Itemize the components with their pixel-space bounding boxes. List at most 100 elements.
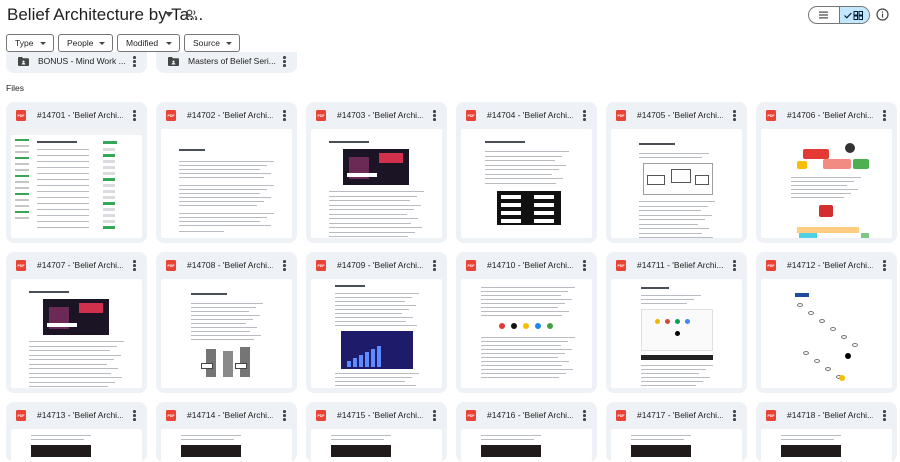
- more-options-icon[interactable]: [733, 410, 736, 421]
- file-card[interactable]: PDF #14712 - 'Belief Archi...: [756, 252, 897, 393]
- file-name: #14712 - 'Belief Archi...: [787, 260, 873, 270]
- text-line: [481, 357, 558, 359]
- text-line: [329, 191, 424, 193]
- file-card[interactable]: PDF #14706 - 'Belief Archi...: [756, 102, 897, 243]
- filter-modified-chip[interactable]: Modified: [117, 34, 180, 52]
- sidebar-line: [15, 211, 29, 213]
- more-options-icon[interactable]: [733, 260, 736, 271]
- list-view-button[interactable]: [809, 7, 839, 23]
- text-line: [329, 227, 422, 229]
- file-thumbnail: [311, 129, 442, 238]
- more-options-icon[interactable]: [883, 410, 886, 421]
- folder-title[interactable]: Belief Architecture by Ta...: [7, 5, 203, 25]
- filter-type-chip[interactable]: Type: [6, 34, 54, 52]
- file-name: #14716 - 'Belief Archi...: [487, 410, 573, 420]
- sidebar-line: [15, 169, 29, 171]
- folder-item[interactable]: BONUS - Mind Work ...: [6, 52, 147, 73]
- file-card[interactable]: PDF #14703 - 'Belief Archi...: [306, 102, 447, 243]
- more-options-icon[interactable]: [583, 110, 586, 121]
- text-line: [335, 313, 402, 315]
- text-line: [191, 327, 257, 329]
- filter-source-chip[interactable]: Source: [184, 34, 240, 52]
- file-card[interactable]: PDF #14717 - 'Belief Archi...: [606, 402, 747, 462]
- more-options-icon[interactable]: [283, 56, 286, 67]
- text-line: [485, 182, 556, 184]
- status-badge: [103, 202, 115, 205]
- more-options-icon[interactable]: [433, 260, 436, 271]
- more-options-icon[interactable]: [583, 410, 586, 421]
- file-card[interactable]: PDF #14718 - 'Belief Archi...: [756, 402, 897, 462]
- file-card[interactable]: PDF #14701 - 'Belief Archi...: [6, 102, 147, 243]
- more-options-icon[interactable]: [583, 260, 586, 271]
- text-line: [329, 218, 418, 220]
- text-line: [191, 315, 260, 317]
- folder-item[interactable]: Masters of Belief Seri...: [156, 52, 297, 73]
- file-card[interactable]: PDF #14708 - 'Belief Archi...: [156, 252, 297, 393]
- file-card[interactable]: PDF #14702 - 'Belief Archi...: [156, 102, 297, 243]
- text-line: [37, 167, 89, 169]
- text-line: [335, 285, 365, 287]
- text-line: [329, 141, 369, 143]
- more-options-icon[interactable]: [433, 410, 436, 421]
- file-card-header: PDF #14706 - 'Belief Archi...: [756, 102, 897, 128]
- grid-view-button[interactable]: [838, 7, 869, 23]
- file-card[interactable]: PDF #14707 - 'Belief Archi...: [6, 252, 147, 393]
- files-section-heading: Files: [6, 83, 24, 93]
- text-line: [29, 377, 122, 379]
- shared-people-icon[interactable]: [184, 8, 198, 22]
- file-thumbnail: [11, 429, 142, 462]
- more-options-icon[interactable]: [883, 260, 886, 271]
- text-line: [29, 350, 110, 352]
- more-options-icon[interactable]: [283, 410, 286, 421]
- text-line: [37, 227, 89, 229]
- file-card-header: PDF #14707 - 'Belief Archi...: [6, 252, 147, 278]
- more-options-icon[interactable]: [883, 110, 886, 121]
- file-card[interactable]: PDF #14713 - 'Belief Archi...: [6, 402, 147, 462]
- file-card[interactable]: PDF #14704 - 'Belief Archi...: [456, 102, 597, 243]
- more-options-icon[interactable]: [283, 260, 286, 271]
- text-line: [481, 307, 558, 309]
- text-line: [641, 299, 694, 301]
- more-options-icon[interactable]: [733, 110, 736, 121]
- file-card[interactable]: PDF #14710 - 'Belief Archi...: [456, 252, 597, 393]
- shared-folder-icon: [168, 57, 179, 66]
- file-card[interactable]: PDF #14714 - 'Belief Archi...: [156, 402, 297, 462]
- more-options-icon[interactable]: [133, 56, 136, 67]
- text-line: [631, 439, 684, 441]
- file-card[interactable]: PDF #14716 - 'Belief Archi...: [456, 402, 597, 462]
- text-line: [37, 173, 89, 175]
- status-badge: [103, 190, 115, 193]
- text-line: [179, 201, 264, 203]
- file-name: #14717 - 'Belief Archi...: [637, 410, 723, 420]
- text-line: [335, 301, 405, 303]
- list-view-icon: [819, 11, 829, 19]
- video-bar: [641, 355, 713, 360]
- title-dropdown-icon[interactable]: [165, 12, 173, 17]
- more-options-icon[interactable]: [133, 410, 136, 421]
- text-line: [181, 435, 241, 437]
- more-options-icon[interactable]: [283, 110, 286, 121]
- text-line: [781, 435, 841, 437]
- filter-people-chip[interactable]: People: [58, 34, 113, 52]
- text-line: [481, 349, 572, 351]
- more-options-icon[interactable]: [133, 110, 136, 121]
- status-badge: [103, 214, 115, 217]
- text-line: [485, 178, 563, 180]
- file-card[interactable]: PDF #14705 - 'Belief Archi...: [606, 102, 747, 243]
- text-line: [631, 435, 691, 437]
- text-line: [481, 303, 565, 305]
- text-line: [191, 293, 227, 295]
- text-line: [179, 231, 224, 233]
- sidebar-line: [15, 181, 29, 183]
- more-options-icon[interactable]: [133, 260, 136, 271]
- text-line: [329, 204, 421, 206]
- file-card[interactable]: PDF #14715 - 'Belief Archi...: [306, 402, 447, 462]
- info-icon[interactable]: [876, 8, 889, 21]
- text-line: [639, 153, 709, 155]
- pdf-file-icon: PDF: [466, 410, 476, 421]
- file-card[interactable]: PDF #14711 - 'Belief Archi...: [606, 252, 747, 393]
- text-line: [781, 439, 834, 441]
- more-options-icon[interactable]: [433, 110, 436, 121]
- file-card[interactable]: PDF #14709 - 'Belief Archi...: [306, 252, 447, 393]
- text-line: [191, 307, 256, 309]
